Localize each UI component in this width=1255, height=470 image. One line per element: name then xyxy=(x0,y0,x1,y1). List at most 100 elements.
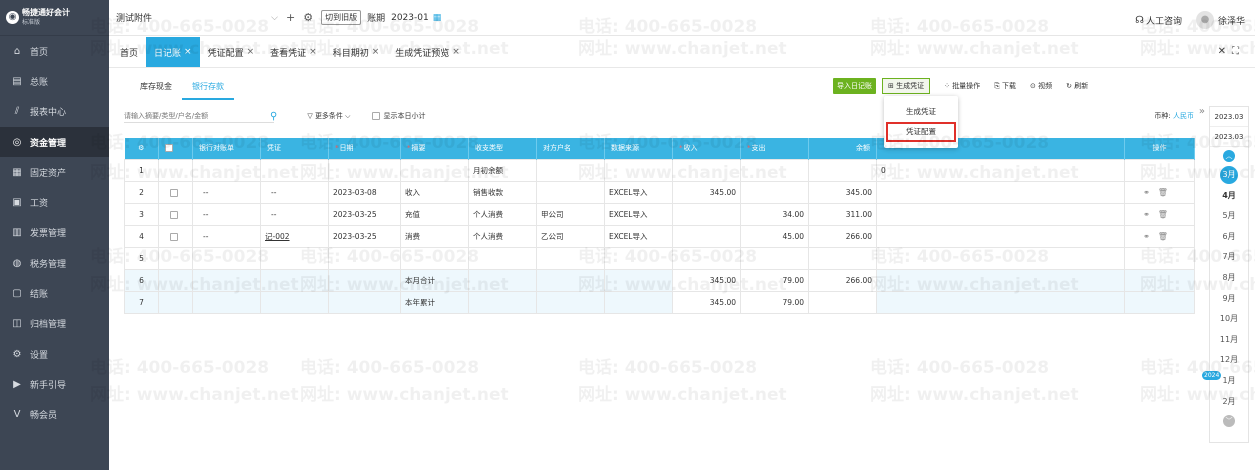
menu-item-0[interactable]: 生成凭证 xyxy=(884,102,958,122)
avatar[interactable]: ● xyxy=(1195,11,1214,29)
close-all-icon[interactable]: ✕ xyxy=(1218,46,1232,57)
sidebar-item-9[interactable]: ◫ 归档管理 xyxy=(0,309,109,339)
table-cell xyxy=(672,224,741,248)
support-link[interactable]: 人工咨询 xyxy=(1146,14,1182,27)
sidebar-item-3[interactable]: ◎ 资金管理 xyxy=(0,126,109,158)
sidebar-item-0[interactable]: ⌂ 首页 xyxy=(0,36,109,66)
show-daily-subtotal-toggle[interactable]: 显示本日小计 xyxy=(372,111,425,121)
close-icon[interactable]: × xyxy=(184,47,192,57)
brand-logo[interactable]: ◉ 畅捷通好会计 标准版 xyxy=(0,0,109,36)
tab-label: 生成凭证预览 xyxy=(395,48,450,59)
watermark: 电话: 400-665-0028 xyxy=(578,358,758,378)
import-journal-button[interactable]: 导入日记账 xyxy=(833,78,876,94)
sidebar-item-11[interactable]: ▶ 新手引导 xyxy=(0,369,109,399)
sidebar-item-8[interactable]: ▢ 结账 xyxy=(0,278,109,308)
year-label[interactable]: 2023.03 xyxy=(1210,107,1248,127)
month-item[interactable]: 2月 xyxy=(1210,392,1248,413)
table-cell: 34.00 xyxy=(740,202,809,226)
link-icon[interactable]: ⚭ xyxy=(1143,232,1158,241)
more-conditions-button[interactable]: ▽ 更多条件 ⌵ xyxy=(307,111,350,121)
month-item[interactable]: 7月 xyxy=(1210,247,1248,268)
trash-icon[interactable]: 🗑 xyxy=(1158,232,1176,241)
company-select[interactable]: 测试附件 ⌵ xyxy=(116,8,278,28)
tab-1[interactable]: 日记账 × xyxy=(146,37,200,67)
table-row[interactable]: 2 -- -- 2023-03-08 收入 销售收款 EXCEL导入 345.00 345.00… xyxy=(124,180,1195,204)
sidebar-item-6[interactable]: ▥ 发票管理 xyxy=(0,218,109,248)
sidebar-item-5[interactable]: ▣ 工资 xyxy=(0,187,109,217)
subtab-0[interactable]: 库存现金 xyxy=(130,76,182,100)
menu-item-1[interactable]: 凭证配置 xyxy=(886,122,956,142)
table-row[interactable]: 7 本年累计 345.00 79.00 xyxy=(124,290,1195,314)
chevron-up-icon[interactable]: ︿ xyxy=(1223,150,1235,162)
tab-5[interactable]: 生成凭证预览 × xyxy=(387,37,468,67)
table-cell xyxy=(192,246,261,270)
month-item[interactable]: 1月 2024 xyxy=(1202,370,1248,392)
month-item[interactable]: 8月 xyxy=(1210,268,1248,289)
video-button[interactable]: ⊙ 视频 xyxy=(1030,81,1052,91)
sidebar-item-10[interactable]: ⚙ 设置 xyxy=(0,339,109,369)
period-value[interactable]: 2023-01 xyxy=(391,13,429,23)
table-row[interactable]: 3 -- -- 2023-03-25 充值 个人消费 甲公司 EXCEL导入 34.00 311.… xyxy=(124,202,1195,226)
row-checkbox[interactable] xyxy=(170,232,178,241)
currency-select[interactable]: 币种: 人民币 xyxy=(1154,111,1194,121)
select-all-checkbox[interactable] xyxy=(165,144,173,153)
month-label: 10月 xyxy=(1219,314,1239,324)
month-item[interactable]: 9月 xyxy=(1210,289,1248,310)
batch-operation-button[interactable]: ⁘ 批量操作 xyxy=(944,81,980,91)
refresh-button[interactable]: ↻ 刷新 xyxy=(1066,81,1088,91)
sidebar-item-7[interactable]: ◍ 税务管理 xyxy=(0,248,109,278)
tab-3[interactable]: 查看凭证 × xyxy=(262,37,325,67)
month-item[interactable]: 10月 xyxy=(1210,309,1248,330)
table-row[interactable]: 4 -- 记-002 2023-03-25 消费 个人消费 乙公司 EXCEL导入 45.00 2… xyxy=(124,224,1195,248)
collapse-panel-icon[interactable]: » xyxy=(1199,106,1205,117)
row-checkbox[interactable] xyxy=(170,210,178,219)
checkbox[interactable] xyxy=(372,112,381,120)
currency-value[interactable]: 人民币 xyxy=(1173,112,1194,120)
user-name[interactable]: 徐泽华 xyxy=(1218,14,1245,27)
tab-4[interactable]: 科目期初 × xyxy=(325,37,388,67)
subtab-1[interactable]: 银行存款 xyxy=(182,76,234,100)
sidebar-item-1[interactable]: ▤ 总账 xyxy=(0,66,109,96)
link-icon[interactable]: ⚭ xyxy=(1143,210,1158,219)
month-item[interactable]: 5月 xyxy=(1210,206,1248,227)
column-header[interactable]: ⚙ xyxy=(124,138,159,159)
sidebar-item-label: 畅会员 xyxy=(30,411,58,422)
column-header: 数据来源 xyxy=(604,138,673,159)
tab-0[interactable]: 首页 xyxy=(112,37,146,67)
calendar-icon[interactable]: ▦ xyxy=(433,13,442,23)
month-item[interactable]: 11月 xyxy=(1210,330,1248,351)
chevron-down-icon[interactable]: ﹀ xyxy=(1223,415,1235,428)
table-row[interactable]: 6 本月合计 345.00 79.00 266.00 xyxy=(124,268,1195,292)
voucher-link[interactable]: 记-002 xyxy=(260,224,329,248)
link-icon[interactable]: ⚭ xyxy=(1143,188,1158,197)
gear-icon[interactable]: ⚙ xyxy=(303,11,313,24)
month-item[interactable]: 4月 xyxy=(1210,186,1248,207)
sidebar-item-4[interactable]: ▦ 固定资产 xyxy=(0,157,109,187)
close-icon[interactable]: × xyxy=(309,47,317,57)
close-icon[interactable]: × xyxy=(452,47,460,57)
year-label[interactable]: 2023.03 xyxy=(1210,127,1248,147)
generate-voucher-button[interactable]: ⊞ 生成凭证 xyxy=(882,78,931,94)
table-row[interactable]: 5 xyxy=(124,246,1195,270)
search-input[interactable] xyxy=(124,109,274,123)
close-icon[interactable]: × xyxy=(247,47,255,57)
close-icon[interactable]: × xyxy=(372,47,380,57)
trash-icon[interactable]: 🗑 xyxy=(1158,188,1176,197)
search-icon[interactable]: ⚲ xyxy=(270,111,277,122)
refresh-icon: ↻ xyxy=(1066,82,1075,90)
sidebar-item-12[interactable]: V 畅会员 xyxy=(0,400,109,430)
month-item[interactable]: 6月 xyxy=(1210,227,1248,248)
month-current[interactable]: 3月 xyxy=(1210,165,1248,186)
switch-old-version-button[interactable]: 切到旧版 xyxy=(321,10,362,25)
add-icon[interactable]: + xyxy=(286,11,295,24)
row-checkbox[interactable] xyxy=(170,188,178,197)
column-header: 凭证 xyxy=(260,138,329,159)
table-row[interactable]: 1 月初余额 0 xyxy=(124,158,1195,182)
tab-2[interactable]: 凭证配置 × xyxy=(200,37,263,67)
trash-icon[interactable]: 🗑 xyxy=(1158,210,1176,219)
month-item[interactable]: 12月 xyxy=(1210,350,1248,371)
fullscreen-icon[interactable]: ⛶ xyxy=(1232,46,1245,57)
sidebar-item-2[interactable]: ⫽ 报表中心 xyxy=(0,97,109,127)
table-cell: -- xyxy=(260,202,329,226)
download-button[interactable]: ⎘ 下载 xyxy=(994,81,1016,91)
